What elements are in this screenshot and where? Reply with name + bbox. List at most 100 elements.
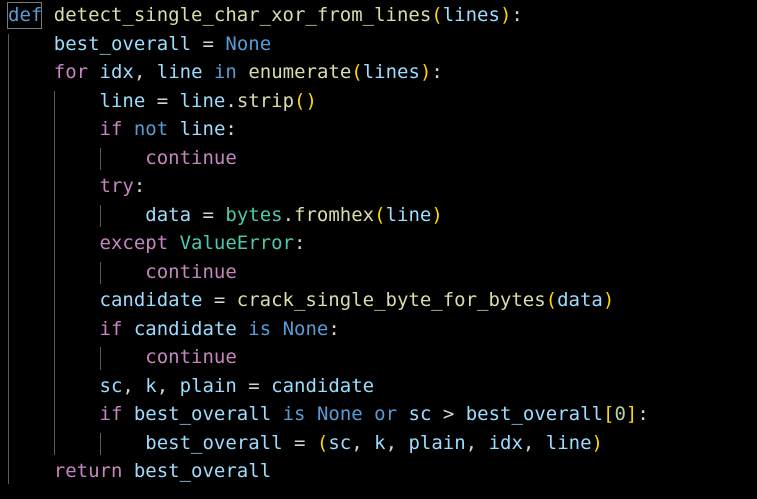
code-token: k — [374, 431, 386, 454]
code-token: line — [385, 203, 432, 226]
code-line[interactable]: continue — [8, 258, 237, 286]
code-token: sc — [328, 431, 352, 454]
code-token: idx — [488, 431, 523, 454]
code-line[interactable]: best_overall = (sc, k, plain, idx, line) — [8, 429, 603, 457]
code-token: None — [225, 32, 272, 55]
code-token: try — [99, 175, 134, 197]
code-token: ) — [431, 203, 443, 226]
code-token: None — [316, 403, 363, 425]
code-token: if — [99, 403, 123, 425]
code-line[interactable]: if candidate is None: — [8, 315, 340, 343]
code-token: 0 — [614, 403, 626, 425]
code-line[interactable]: sc, k, plain = candidate — [8, 372, 375, 400]
code-token: continue — [145, 260, 237, 283]
code-token: detect_single_char_xor_from_lines — [53, 4, 432, 26]
code-line[interactable]: if best_overall is None or sc > best_ove… — [8, 400, 649, 428]
code-line[interactable]: return best_overall — [8, 457, 271, 485]
code-editor[interactable]: def detect_single_char_xor_from_lines(li… — [0, 0, 757, 499]
code-line[interactable]: continue — [8, 144, 237, 172]
code-token: line — [156, 61, 203, 83]
code-token: best_overall — [145, 431, 283, 454]
code-token: line — [545, 431, 592, 454]
code-token: = — [236, 374, 272, 397]
code-token: except — [99, 232, 169, 254]
code-token: k — [145, 374, 157, 397]
code-token: = — [191, 32, 226, 55]
code-token: = — [145, 89, 180, 112]
code-token: ) — [591, 431, 603, 454]
code-token: lines — [362, 61, 420, 83]
code-token: or — [374, 403, 398, 425]
code-token: : — [225, 118, 237, 140]
code-token: lines — [442, 4, 500, 26]
code-token: ( — [374, 203, 386, 226]
code-line[interactable]: except ValueError: — [8, 229, 306, 257]
code-line[interactable]: data = bytes.fromhex(line) — [8, 201, 443, 229]
code-token: . — [225, 89, 237, 112]
code-token: def — [8, 4, 43, 26]
code-line[interactable]: for idx, line in enumerate(lines): — [8, 58, 443, 86]
code-token: not — [133, 118, 169, 140]
code-token: sc — [408, 403, 432, 425]
code-token: strip — [236, 89, 295, 112]
code-token: , — [522, 431, 546, 454]
code-token: plain — [408, 431, 466, 454]
code-token: best_overall — [465, 403, 603, 425]
code-token: idx — [99, 61, 134, 83]
code-token: is — [282, 403, 306, 425]
code-token: candidate — [271, 374, 375, 397]
code-line[interactable]: try: — [8, 172, 146, 200]
code-token: return — [53, 460, 123, 482]
code-line[interactable]: line = line.strip() — [8, 87, 317, 115]
code-token: best_overall — [133, 460, 272, 482]
code-line[interactable]: candidate = crack_single_byte_for_bytes(… — [8, 286, 615, 314]
code-token: , — [122, 374, 146, 397]
code-token: : — [133, 175, 146, 197]
code-token: [ — [603, 403, 615, 425]
code-token: best_overall — [53, 32, 192, 55]
code-token: continue — [145, 146, 237, 169]
code-token: > — [431, 403, 466, 425]
code-line[interactable]: if not line: — [8, 115, 237, 143]
code-token: candidate — [133, 317, 237, 340]
code-token: ValueError — [179, 232, 294, 254]
code-line[interactable]: continue — [8, 343, 237, 371]
code-token: line — [99, 89, 146, 112]
code-token: ( — [316, 431, 329, 454]
code-token: line — [179, 118, 226, 140]
code-token: ) — [419, 61, 432, 83]
code-token: enumerate — [248, 61, 352, 83]
code-line[interactable]: best_overall = None — [8, 30, 271, 58]
code-token: ] — [625, 403, 638, 425]
code-token: is — [248, 317, 272, 340]
code-line[interactable]: def detect_single_char_xor_from_lines(li… — [8, 1, 523, 29]
code-token: : — [431, 61, 443, 83]
code-token: line — [179, 89, 226, 112]
code-token: = — [282, 431, 317, 454]
code-token: data — [145, 203, 192, 226]
code-token: : — [511, 4, 523, 26]
code-token: ( — [431, 4, 443, 26]
code-token: : — [294, 232, 306, 254]
code-token: data — [557, 289, 603, 311]
